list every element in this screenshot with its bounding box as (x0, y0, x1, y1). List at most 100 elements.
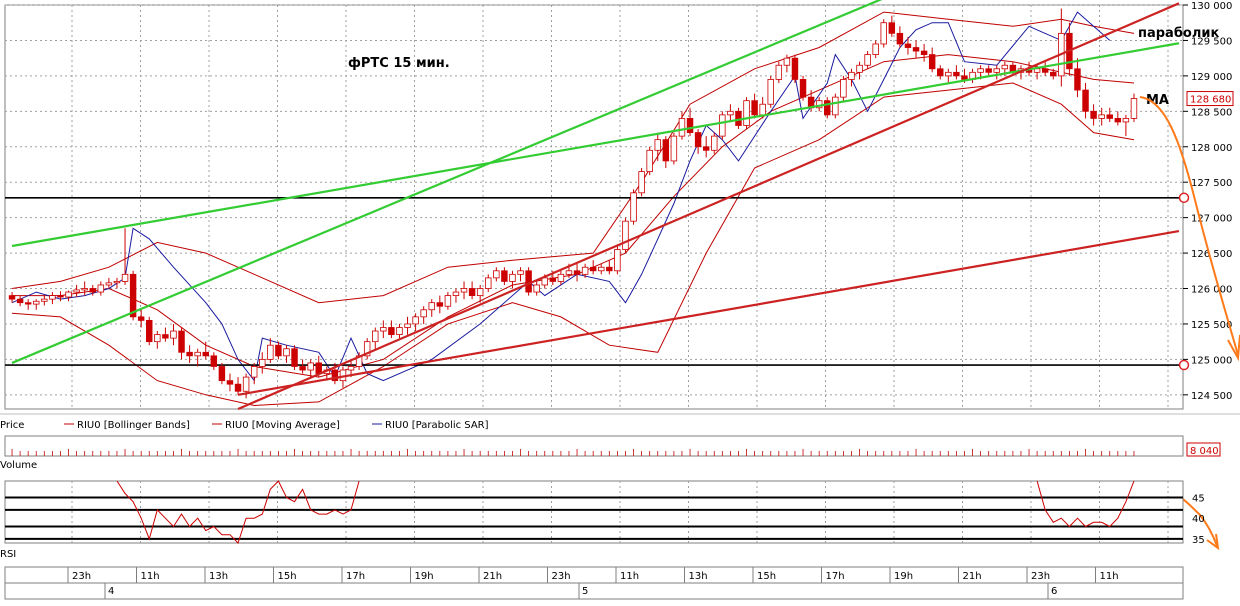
price-tick-label: 129 000 (1191, 72, 1232, 83)
level-marker (1178, 359, 1190, 371)
time-hour-label: 11h (620, 571, 639, 582)
candle-body (1106, 114, 1113, 119)
price-tick-label: 126 000 (1191, 285, 1232, 296)
candle-body (16, 298, 24, 304)
time-hour-label: 23h (72, 571, 91, 582)
candle-body (751, 100, 758, 116)
candle-body (686, 118, 694, 133)
candle-body (121, 273, 129, 282)
price-tick-label: 125 500 (1191, 320, 1232, 331)
candle-body (412, 316, 419, 325)
price-tick-label: 124 500 (1191, 391, 1232, 402)
candle-body (8, 295, 16, 300)
candle-body (194, 351, 201, 357)
time-hour-label: 17h (346, 571, 365, 582)
candle-body (557, 273, 565, 282)
candle-body (541, 277, 548, 286)
time-hour-label: 19h (415, 571, 434, 582)
candle-body (1074, 68, 1081, 91)
candle-body (630, 192, 637, 222)
candle-body (501, 270, 508, 282)
candle-body (186, 351, 193, 357)
candle-body (24, 302, 32, 305)
candle-body (549, 277, 557, 282)
rsi-y-axis: 35 40 45 (1192, 494, 1205, 546)
rsi-label: RSI (0, 549, 16, 560)
candle-body (428, 302, 435, 311)
time-hour-label: 23h (552, 571, 571, 582)
candle-body (565, 270, 573, 275)
level-marker (1178, 192, 1190, 204)
time-hour-label: 11h (1100, 571, 1119, 582)
candle-body (533, 284, 540, 293)
candle-body (372, 330, 379, 343)
price-tick-label: 126 500 (1191, 249, 1232, 260)
price-y-axis: 124 500 125 000 125 500 126 000 126 500 127 0… (1182, 1, 1232, 409)
candle-body (977, 68, 984, 73)
time-hour-label: 21h (963, 571, 982, 582)
time-hour-label: 11h (141, 571, 160, 582)
candle-body (743, 100, 750, 126)
candle-body (210, 355, 218, 367)
candle-body (1090, 110, 1097, 119)
last-price-label: 128 680 (1190, 95, 1231, 106)
candle-body (928, 54, 936, 70)
time-hour-label: 13h (689, 571, 708, 582)
legend: Price RIU0 [Bollinger Bands] RIU0 [Moving … (0, 413, 1240, 431)
candle-body (702, 146, 710, 151)
legend-entry: RIU0 [Parabolic SAR] (385, 420, 489, 431)
candle-body (638, 171, 645, 194)
candle-body (250, 366, 258, 378)
time-hour-label: 15h (278, 571, 297, 582)
candle-body (404, 323, 411, 328)
candle-body (937, 68, 944, 77)
candle-body (267, 344, 274, 360)
candle-body (888, 22, 896, 34)
candle-body (767, 79, 774, 105)
candle-body (89, 288, 96, 293)
candle-body (509, 273, 516, 282)
time-hour-label: 23h (1031, 571, 1050, 582)
candle-body (662, 139, 670, 162)
candle-body (678, 118, 686, 137)
candle-body (299, 366, 306, 371)
candle-body (904, 43, 912, 48)
time-hour-label: 17h (826, 571, 845, 582)
candle-body (452, 291, 460, 296)
candle-body (840, 79, 847, 98)
candle-body (775, 64, 783, 80)
candle-body (694, 132, 702, 148)
candle-body (953, 71, 960, 77)
candle-body (711, 135, 718, 151)
candle-body (33, 300, 40, 305)
chart-canvas: 124 500 125 000 125 500 126 000 126 500 127 0… (0, 0, 1240, 600)
candle-body (146, 320, 153, 343)
candle-body (581, 266, 589, 275)
candle-body (41, 298, 48, 302)
chart-title: фРТС 15 мин. (348, 56, 450, 71)
candle-body (670, 135, 678, 162)
rsi-panel: 35 40 45 RSI (0, 480, 1205, 560)
candle-body (614, 249, 621, 272)
rsi-tick-label: 45 (1192, 494, 1205, 505)
candle-body (920, 50, 928, 56)
time-hour-label: 21h (483, 571, 502, 582)
candle-body (81, 288, 88, 291)
candle-body (436, 302, 444, 307)
candle-body (727, 110, 734, 116)
candle-body (73, 289, 80, 293)
candle-body (759, 103, 766, 116)
chart-window: 124 500 125 000 125 500 126 000 126 500 127 0… (0, 0, 1240, 602)
candle-body (1114, 118, 1122, 123)
candle-body (1041, 68, 1049, 73)
candle-body (872, 43, 879, 56)
candle-body (218, 366, 226, 382)
candle-body (380, 327, 387, 332)
legend-entry: Price (0, 420, 24, 431)
last-price-badge: 128 680 (1186, 91, 1234, 107)
candle-body (476, 288, 484, 296)
parabolic-annotation: параболик (1138, 26, 1219, 41)
candle-body (1001, 64, 1009, 70)
price-tick-label: 130 000 (1191, 1, 1232, 12)
rsi-tick-label: 40 (1192, 514, 1205, 525)
